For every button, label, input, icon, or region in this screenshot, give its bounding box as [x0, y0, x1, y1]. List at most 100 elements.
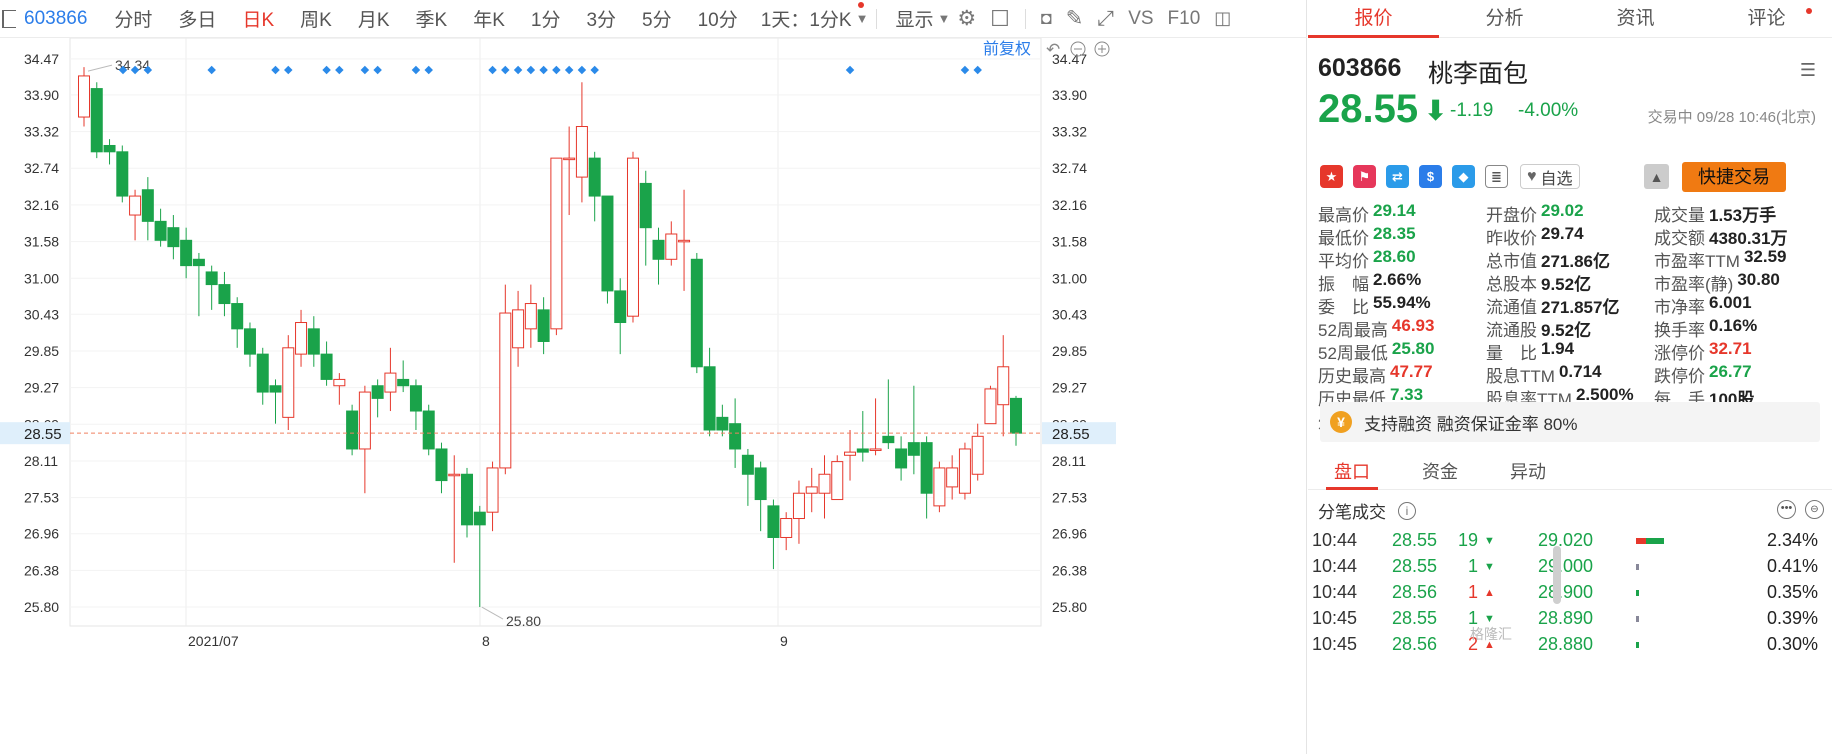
current-price-left: 28.55 [24, 426, 62, 443]
period-tab-3[interactable]: 周K [300, 5, 332, 32]
period-tabs: 分时 多日 日K 周K 月K 季K 年K 1分 3分 5分 10分 [101, 5, 750, 32]
intraday-period-select[interactable]: 1天：1分K ▼ [761, 5, 869, 32]
sub-tab-2[interactable]: 异动 [1484, 454, 1572, 489]
watchlist-button[interactable]: ♥ 自选 [1520, 164, 1580, 189]
undo-icon[interactable]: ↶ [1046, 40, 1060, 59]
candle-body [346, 410, 359, 450]
price-change-pct: -4.00% [1518, 100, 1579, 121]
price-tick-left: 32.74 [24, 160, 59, 176]
camera-icon[interactable]: ◘ [1041, 8, 1052, 29]
bell-icon[interactable]: ▲ [1644, 164, 1669, 189]
candle[interactable] [690, 252, 703, 374]
quote-name: 桃李面包 [1428, 60, 1529, 88]
period-tab-6[interactable]: 年K [473, 5, 505, 32]
sub-tab-1[interactable]: 资金 [1396, 454, 1484, 489]
candle-body [461, 473, 474, 526]
candle[interactable] [282, 335, 295, 430]
stat-value: 0.16% [1709, 316, 1758, 335]
side-panel-icon[interactable]: ◫ [1214, 8, 1231, 29]
period-tab-4[interactable]: 月K [358, 5, 390, 32]
period-tab-9[interactable]: 5分 [642, 5, 672, 32]
menu-icon[interactable]: ☰ [1800, 60, 1816, 81]
margin-text: 支持融资 融资保证金率 80% [1364, 414, 1578, 434]
stat-key: 量 比 [1486, 344, 1537, 363]
china-flag-icon[interactable]: ★ [1320, 165, 1343, 188]
divider [876, 8, 878, 29]
info-icon[interactable]: i [1398, 501, 1416, 520]
candle-body [882, 435, 895, 444]
dollar-icon[interactable]: $ [1419, 165, 1442, 188]
candle[interactable] [550, 157, 563, 336]
more-icon[interactable]: ••• [1777, 500, 1796, 519]
candle[interactable] [626, 151, 639, 323]
sub-tab-0[interactable]: 盘口 [1308, 454, 1396, 490]
run-icon[interactable]: ⚑ [1353, 165, 1376, 188]
f10-button[interactable]: F10 [1168, 8, 1201, 30]
stat-cell: 开盘价 29.02 [1486, 201, 1654, 226]
pencil-icon[interactable]: ✎ [1066, 6, 1084, 31]
stats-row: 最低价 28.35 昨收价 29.74 成交额 4380.31万 [1318, 224, 1828, 248]
ticks-scrollbar[interactable] [1553, 546, 1561, 604]
stat-key: 流通股 [1486, 321, 1537, 340]
candle[interactable] [831, 455, 844, 501]
candle-body [831, 461, 844, 501]
price-change: -1.19 [1450, 100, 1494, 121]
plot-frame [69, 38, 1042, 627]
collapse-icon[interactable]: ⊖ [1805, 500, 1824, 519]
period-tab-10[interactable]: 10分 [698, 5, 738, 32]
price-tick-left: 26.96 [24, 526, 59, 542]
panel-toggle-icon[interactable] [2, 9, 16, 28]
period-tab-8[interactable]: 3分 [586, 5, 616, 32]
candle[interactable] [933, 461, 946, 513]
candle[interactable] [984, 385, 997, 425]
price-tick-right: 30.43 [1052, 306, 1087, 322]
candle-body [282, 347, 295, 418]
rehab-toggle[interactable]: 前复权 [983, 40, 1031, 58]
chevron-down-icon: ▼ [855, 11, 869, 26]
tag-icon[interactable]: ◆ [1452, 165, 1475, 188]
note-icon[interactable]: ≣ [1485, 165, 1508, 188]
quick-trade-button[interactable]: 快捷交易 [1682, 162, 1786, 192]
stat-cell: 流通值 271.857亿 [1486, 293, 1654, 318]
shuffle-icon[interactable]: ⇄ [1386, 165, 1409, 188]
candle[interactable] [90, 82, 103, 159]
candle[interactable] [601, 195, 614, 304]
tick-volume: 1 [1467, 582, 1478, 602]
candle-body [1010, 397, 1022, 434]
candle-body [473, 511, 486, 526]
price-tick-right: 26.96 [1052, 526, 1087, 542]
volume-bar [1636, 616, 1639, 622]
candle-body [295, 322, 308, 355]
compare-button[interactable]: VS [1128, 8, 1153, 30]
quote-tab-2[interactable]: 资讯 [1570, 0, 1701, 37]
price-tick-right: 26.38 [1052, 562, 1087, 578]
display-menu[interactable]: 显示 ▼ [895, 5, 950, 32]
candle[interactable] [499, 284, 512, 475]
period-tab-7[interactable]: 1分 [531, 5, 561, 32]
period-tab-2[interactable]: 日K [242, 5, 274, 32]
quote-tab-0[interactable]: 报价 [1308, 0, 1439, 38]
candle-body [997, 366, 1010, 406]
period-tab-5[interactable]: 季K [416, 5, 448, 32]
candle[interactable] [958, 442, 971, 500]
quote-tab-1[interactable]: 分析 [1439, 0, 1570, 37]
candle-body [563, 157, 576, 161]
fullscreen-icon[interactable]: ⤢ [1097, 7, 1114, 31]
quote-tab-3[interactable]: 评论 [1701, 0, 1832, 37]
ticks-list: 10:44 28.55 19 ▼ 29.020 2.34% 10:44 28.55 1 ▼ 29.0… [1308, 530, 1818, 754]
tick-row: 10:44 28.55 1 ▼ 29.000 0.41% [1308, 556, 1818, 582]
kline-chart[interactable]: 34.47 34.4733.90 33.9033.32 33.3232.74 32.74… [0, 38, 1306, 754]
candle[interactable] [116, 145, 129, 203]
gear-icon[interactable]: ⚙ [957, 6, 976, 31]
candle[interactable] [346, 404, 359, 456]
candle[interactable] [422, 404, 435, 456]
stat-key: 成交量 [1654, 206, 1705, 225]
period-tab-1[interactable]: 多日 [178, 5, 216, 32]
tick-time: 10:44 [1312, 556, 1358, 576]
price-tick-right: 33.32 [1052, 124, 1087, 140]
period-tab-0[interactable]: 分时 [114, 5, 152, 32]
checkbox-icon[interactable]: ☐ [990, 6, 1010, 32]
chevron-down-icon: ▼ [937, 11, 951, 26]
stock-code[interactable]: 603866 [24, 8, 87, 30]
down-arrow-icon: ⬇ [1424, 95, 1448, 126]
